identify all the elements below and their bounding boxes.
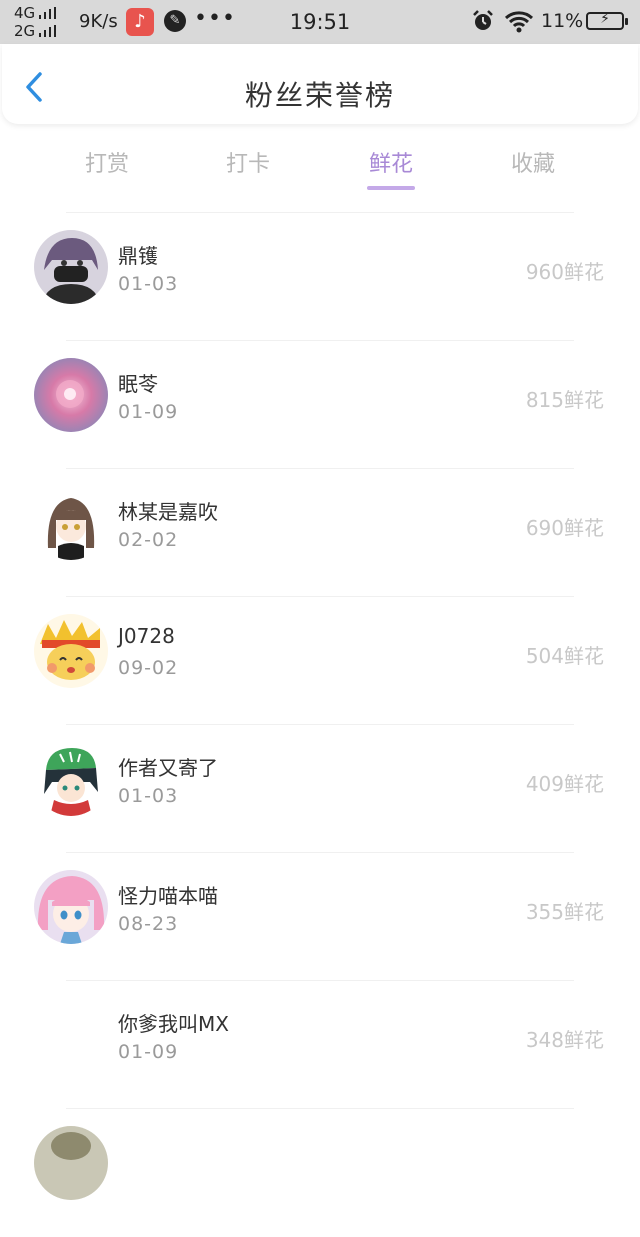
fan-name: 你爹我叫MX: [118, 1012, 229, 1036]
fan-name: 鼎镬: [118, 244, 158, 268]
list-item[interactable]: 怪力喵本喵 08-23 355鲜花: [0, 853, 640, 981]
list-item[interactable]: [0, 1109, 640, 1237]
fan-date: 02-02: [118, 529, 179, 551]
list-item[interactable]: 作者又寄了 01-03 409鲜花: [0, 725, 640, 853]
fan-date: 01-03: [118, 785, 179, 807]
tab-favorites[interactable]: 收藏: [483, 146, 583, 178]
flower-count: 355鲜花: [525, 900, 604, 924]
fan-name: 怪力喵本喵: [118, 884, 218, 908]
fan-date: 01-03: [118, 273, 179, 295]
avatar: [34, 358, 108, 432]
fan-ranking-list: 鼎镬 01-03 960鲜花 眠苓 01-09 815鲜花 林某是嘉吹 02-0…: [0, 213, 640, 1237]
flower-count: 504鲜花: [525, 644, 604, 668]
flower-count: 348鲜花: [525, 1028, 604, 1052]
fan-date: 01-09: [118, 1041, 179, 1063]
list-item[interactable]: 林某是嘉吹 02-02 690鲜花: [0, 469, 640, 597]
tab-flowers[interactable]: 鲜花: [341, 146, 441, 178]
fan-date: 01-09: [118, 401, 179, 423]
wifi-icon: [504, 11, 534, 33]
top-navigation-bar: 粉丝荣誉榜: [2, 44, 638, 124]
active-tab-indicator: [367, 186, 415, 190]
flower-count: 960鲜花: [525, 260, 604, 284]
alarm-icon: [473, 10, 493, 30]
tab-checkin[interactable]: 打卡: [198, 146, 298, 178]
avatar: [34, 742, 108, 816]
fan-name: 作者又寄了: [118, 756, 218, 780]
ranking-tabs: 打赏 打卡 鲜花 收藏: [0, 140, 640, 200]
list-item[interactable]: 鼎镬 01-03 960鲜花: [0, 213, 640, 341]
fan-date: 08-23: [118, 913, 179, 935]
list-item[interactable]: J0728 09-02 504鲜花: [0, 597, 640, 725]
avatar: [34, 230, 108, 304]
flower-count: 690鲜花: [525, 516, 604, 540]
fan-name: J0728: [118, 624, 175, 648]
fan-name: 眠苓: [118, 372, 158, 396]
fan-date: 09-02: [118, 657, 179, 679]
avatar: [34, 486, 108, 560]
list-item[interactable]: 眠苓 01-09 815鲜花: [0, 341, 640, 469]
battery-icon: ⚡: [586, 11, 628, 30]
page-title: 粉丝荣誉榜: [244, 79, 395, 112]
avatar: [34, 998, 108, 1072]
avatar: [34, 614, 108, 688]
flower-count: 409鲜花: [525, 772, 604, 796]
tab-reward[interactable]: 打赏: [57, 146, 157, 178]
avatar: [34, 870, 108, 944]
fan-name: 林某是嘉吹: [118, 500, 218, 524]
flower-count: 815鲜花: [525, 388, 604, 412]
status-bar: 4G 2G 9K/s ♪ ✎ ••• 19:51 11% ⚡: [0, 0, 640, 44]
avatar: [34, 1126, 108, 1200]
list-item[interactable]: 你爹我叫MX 01-09 348鲜花: [0, 981, 640, 1109]
battery-percent: 11%: [541, 10, 584, 32]
